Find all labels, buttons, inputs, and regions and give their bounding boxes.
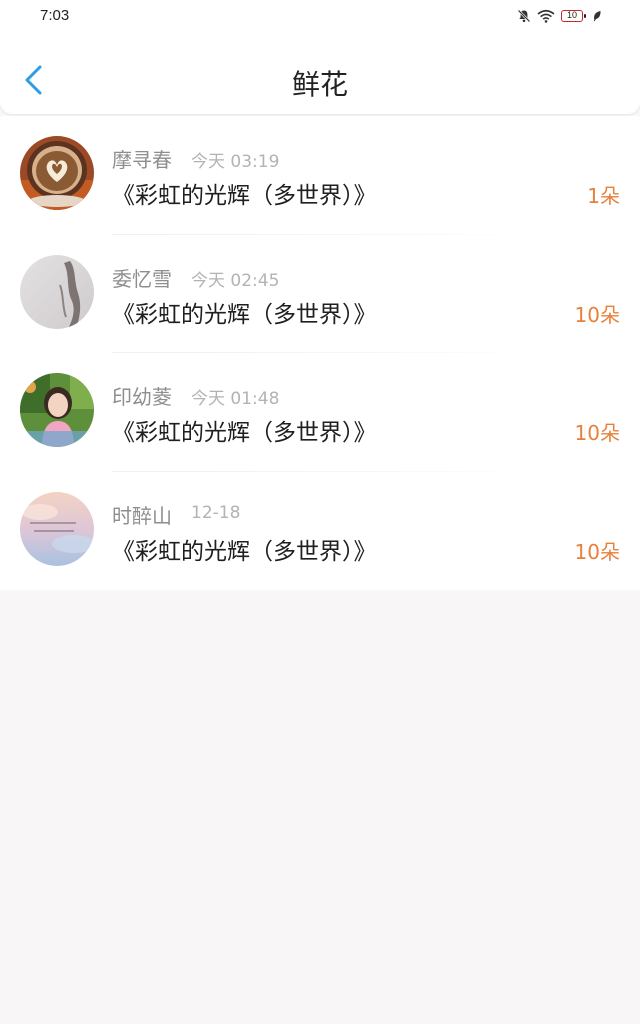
gift-title: 《彩虹的光辉（多世界）》 xyxy=(112,420,377,446)
avatar[interactable] xyxy=(20,254,94,329)
page-title: 鲜花 xyxy=(291,68,348,101)
gift-title: 《彩虹的光辉（多世界）》 xyxy=(112,538,377,565)
gift-amount: 10朵 xyxy=(574,302,620,327)
status-time: 7:03 xyxy=(40,7,70,24)
avatar[interactable] xyxy=(20,136,94,210)
avatar[interactable] xyxy=(20,491,94,566)
item-time: 今天 03:19 xyxy=(191,152,280,172)
user-name[interactable]: 时醉山 xyxy=(112,500,172,529)
list-item[interactable]: 委忆雪 今天 02:45 《彩虹的光辉（多世界）》 10朵 xyxy=(0,235,640,353)
user-name[interactable]: 印幼菱 xyxy=(112,381,172,410)
gift-amount: 10朵 xyxy=(574,539,620,564)
avatar[interactable] xyxy=(20,373,94,447)
list-item[interactable]: 摩寻春 今天 03:19 《彩虹的光辉（多世界）》 1朵 xyxy=(0,116,640,235)
leaf-icon xyxy=(593,11,601,22)
battery-icon: 10 xyxy=(561,10,586,22)
header: 鲜花 xyxy=(0,34,640,114)
status-bar: 7:03 10 xyxy=(0,0,640,34)
bell-off-icon xyxy=(517,9,531,23)
gift-list: 摩寻春 今天 03:19 《彩虹的光辉（多世界）》 1朵 委忆雪 今天 02:4… xyxy=(0,116,640,590)
item-time: 12-18 xyxy=(191,502,241,523)
item-time: 今天 01:48 xyxy=(191,389,280,409)
gift-amount: 1朵 xyxy=(587,184,620,208)
status-icons: 10 xyxy=(517,7,602,25)
wifi-icon xyxy=(537,9,555,23)
item-time: 今天 02:45 xyxy=(191,270,280,291)
gift-title: 《彩虹的光辉（多世界）》 xyxy=(112,301,377,328)
user-name[interactable]: 摩寻春 xyxy=(112,144,172,173)
list-item[interactable]: 时醉山 12-18 《彩虹的光辉（多世界）》 10朵 xyxy=(0,472,640,591)
gift-title: 《彩虹的光辉（多世界）》 xyxy=(112,183,377,209)
gift-amount: 10朵 xyxy=(574,421,620,445)
list-item[interactable]: 印幼菱 今天 01:48 《彩虹的光辉（多世界）》 10朵 xyxy=(0,353,640,472)
user-name[interactable]: 委忆雪 xyxy=(112,263,172,292)
